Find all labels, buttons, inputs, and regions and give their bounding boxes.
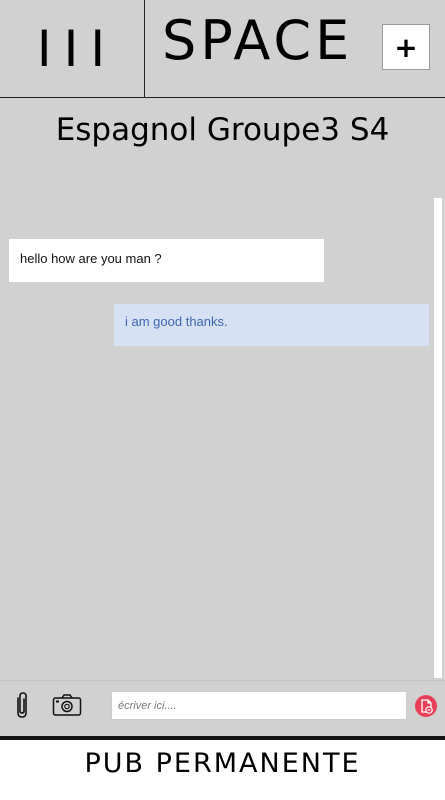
message-input[interactable] (111, 691, 407, 720)
send-icon[interactable] (414, 694, 438, 718)
add-button[interactable]: + (382, 24, 430, 70)
message-text: i am good thanks. (125, 314, 228, 329)
composer-bar (0, 680, 445, 730)
paperclip-icon[interactable] (12, 690, 32, 720)
message-received: hello how are you man ? (9, 239, 324, 282)
conversation-title: Espagnol Groupe3 S4 (55, 112, 390, 148)
camera-icon[interactable] (52, 693, 82, 717)
message-sent: i am good thanks. (114, 304, 429, 346)
chat-screen: III SPACE + Espagnol Groupe3 S4 hello ho… (0, 0, 445, 800)
app-header: III SPACE + (0, 0, 445, 98)
app-logo-text: SPACE (162, 9, 354, 72)
menu-icon: III (36, 19, 118, 78)
ad-banner[interactable]: PUB PERMANENTE (0, 736, 445, 800)
menu-button[interactable]: III (0, 0, 145, 97)
message-text: hello how are you man ? (20, 251, 162, 266)
ad-label: PUB PERMANENTE (84, 748, 361, 779)
message-scrollbar[interactable] (434, 198, 442, 678)
message-list: hello how are you man ? i am good thanks… (0, 160, 445, 678)
